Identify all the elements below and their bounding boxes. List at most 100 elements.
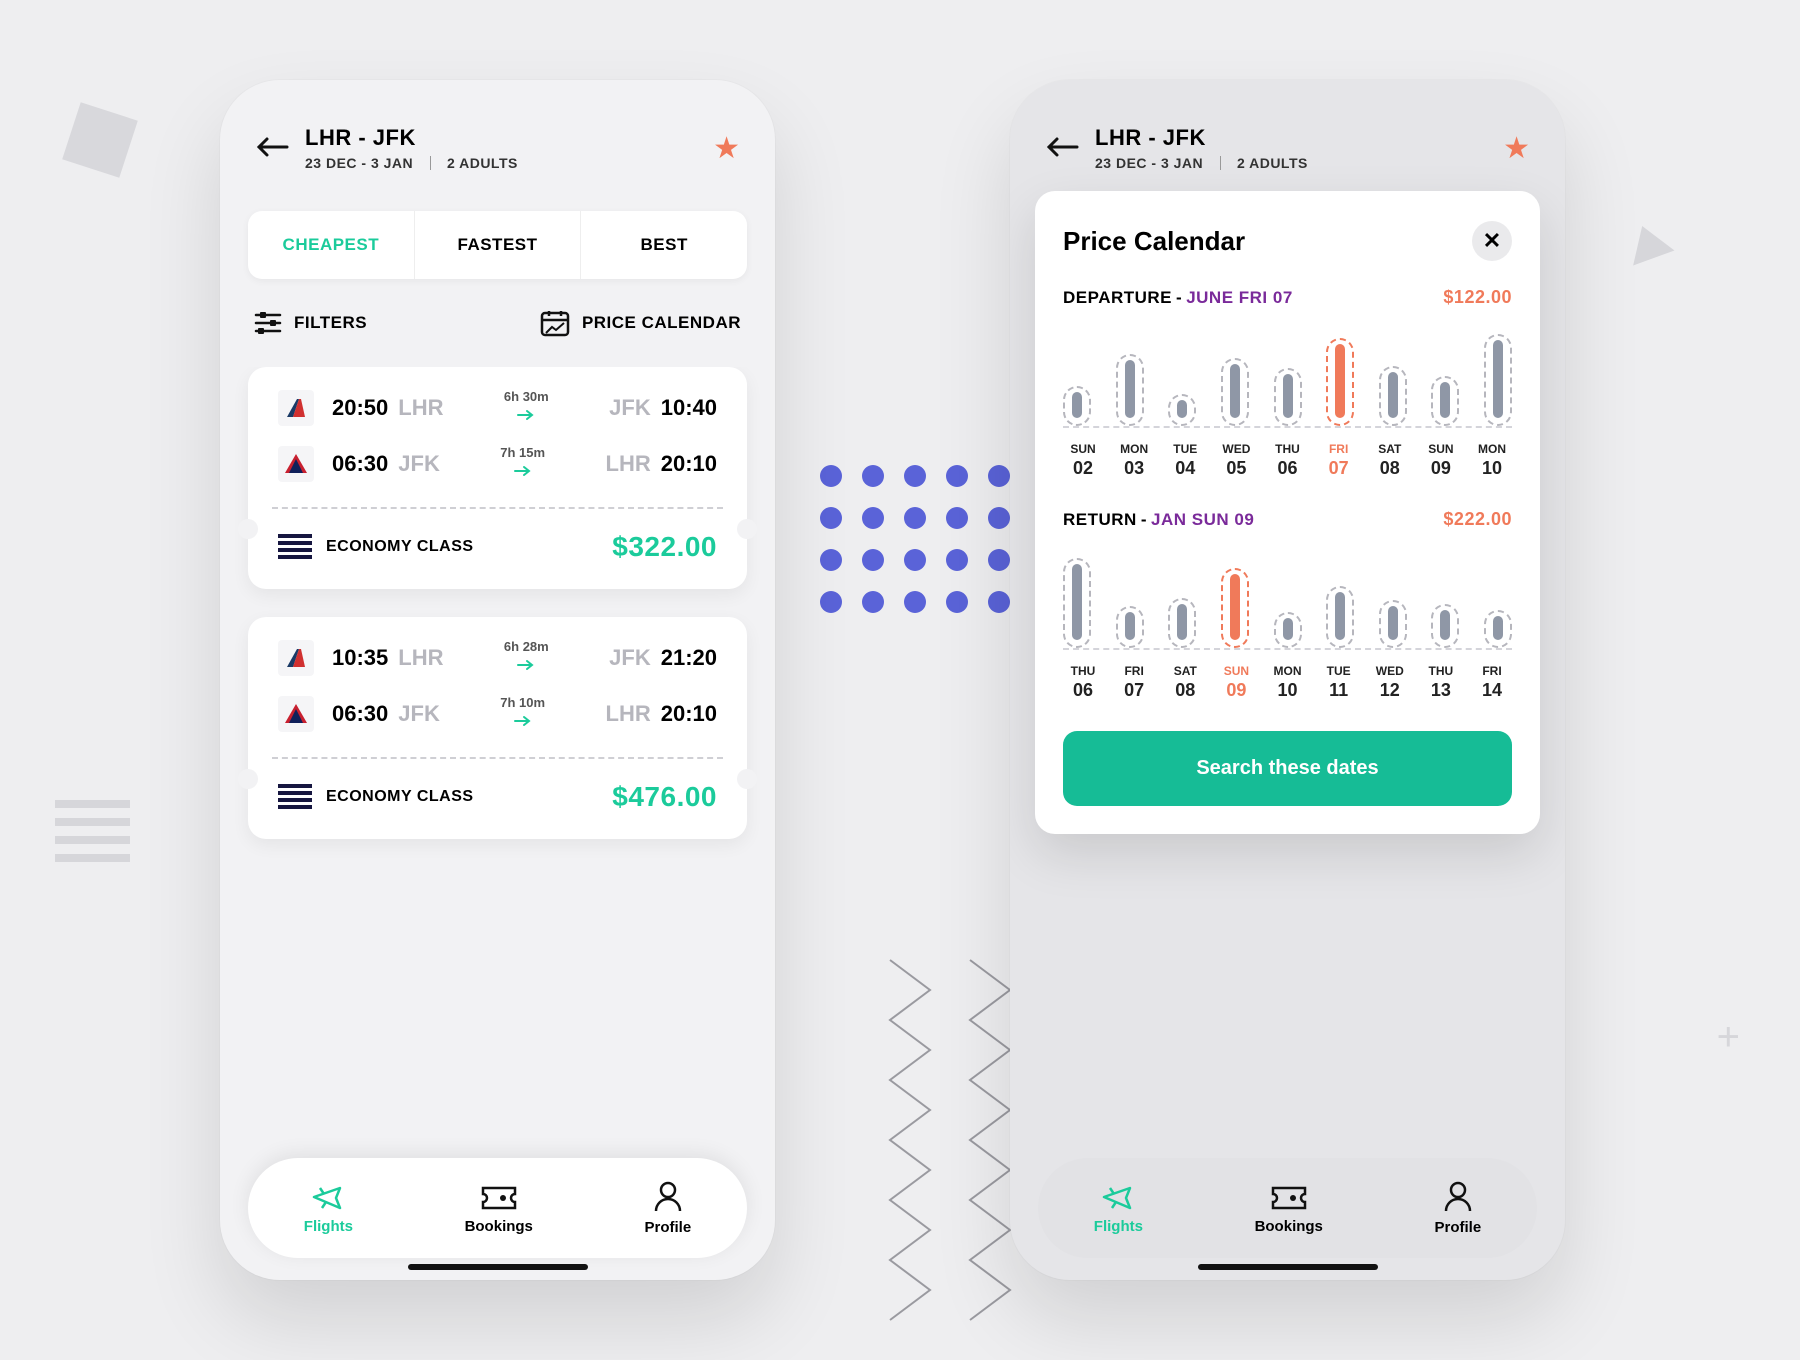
nav-bookings[interactable]: Bookings [465,1182,533,1235]
price-bar[interactable] [1379,600,1407,648]
calendar-icon [540,309,570,337]
search-dates-button[interactable]: Search these dates [1063,731,1512,806]
day-number: 12 [1370,680,1410,701]
calendar-day[interactable]: MON10 [1268,664,1308,701]
price-bar[interactable] [1431,376,1459,426]
calendar-day[interactable]: TUE04 [1165,442,1205,479]
dep-time: 06:30 [332,701,388,727]
calendar-day[interactable]: SUN02 [1063,442,1103,479]
phone-results: LHR - JFK 23 DEC - 3 JAN 2 ADULTS ★ CHEA… [220,80,775,1280]
price-bar[interactable] [1484,610,1512,648]
day-number: 03 [1114,458,1154,479]
filters-button[interactable]: FILTERS [254,309,367,337]
day-number: 13 [1421,680,1461,701]
price-bar[interactable] [1116,606,1144,648]
nav-bookings-label: Bookings [1255,1218,1323,1235]
calendar-day[interactable]: THU06 [1268,442,1308,479]
filters-label: FILTERS [294,313,367,333]
price-bar[interactable] [1063,386,1091,426]
price-calendar-label: PRICE CALENDAR [582,313,741,333]
dow-label: THU [1429,664,1454,678]
arr-code: LHR [606,451,651,477]
day-number: 08 [1165,680,1205,701]
calendar-day[interactable]: WED12 [1370,664,1410,701]
dep-time: 10:35 [332,645,388,671]
calendar-day[interactable]: THU 13 [1421,664,1461,701]
dow-label: TUE [1173,442,1197,456]
dep-code: LHR [398,645,443,671]
price-bar[interactable] [1326,338,1354,426]
close-icon: ✕ [1483,228,1501,254]
departure-date: JUNE FRI 07 [1186,288,1293,308]
dow-label: THU [1071,664,1096,678]
dow-label: MON [1478,442,1506,456]
close-button[interactable]: ✕ [1472,221,1512,261]
dep-code: JFK [398,701,440,727]
price-bar[interactable] [1221,358,1249,426]
phone-price-calendar: LHR - JFK 23 DEC - 3 JAN 2 ADULTS ★ Pric… [1010,80,1565,1280]
nav-flights[interactable]: Flights [1094,1182,1143,1235]
flight-leg: 20:50 LHR 6h 30m JFK 10:40 [248,367,747,435]
price-bar[interactable] [1379,366,1407,426]
price-bar[interactable] [1168,394,1196,426]
back-button[interactable] [1045,132,1085,164]
home-indicator[interactable] [408,1264,588,1270]
arr-code: LHR [606,701,651,727]
calendar-day[interactable]: WED 05 [1216,442,1256,479]
calendar-day[interactable]: SAT08 [1165,664,1205,701]
price-bar[interactable] [1116,354,1144,426]
favorite-button[interactable]: ★ [1503,131,1530,166]
class-label: ECONOMY CLASS [326,538,474,556]
tab-best[interactable]: BEST [581,211,747,279]
tab-fastest[interactable]: FASTEST [415,211,582,279]
nav-profile[interactable]: Profile [1435,1181,1482,1236]
sliders-icon [254,310,282,336]
profile-icon [653,1181,683,1213]
flight-price: $322.00 [612,531,717,563]
calendar-day[interactable]: SUN09 [1216,664,1256,701]
favorite-button[interactable]: ★ [713,131,740,166]
dow-label: SUN [1428,442,1453,456]
class-label: ECONOMY CLASS [326,788,474,806]
plane-icon [444,406,610,427]
price-bar[interactable] [1063,558,1091,648]
price-bar[interactable] [1168,598,1196,648]
price-bar[interactable] [1484,334,1512,426]
price-bar[interactable] [1326,586,1354,648]
price-bar[interactable] [1221,568,1249,648]
day-number: 05 [1216,458,1256,479]
flight-card[interactable]: 10:35 LHR 6h 28m JFK 21:20 06:30 JFK 7h … [248,617,747,839]
back-button[interactable] [255,132,295,164]
calendar-day[interactable]: FRI07 [1319,442,1359,479]
dow-label: WED [1222,442,1250,456]
duration: 6h 30m [444,389,610,427]
price-bar[interactable] [1431,604,1459,648]
nav-flights[interactable]: Flights [304,1182,353,1235]
calendar-day[interactable]: MON03 [1114,442,1154,479]
dow-label: THU [1275,442,1300,456]
calendar-day[interactable]: SUN09 [1421,442,1461,479]
duration: 7h 10m [440,695,606,733]
return-date: JAN SUN 09 [1151,510,1254,530]
return-header: RETURN - JAN SUN 09 $222.00 [1063,509,1512,530]
return-chart [1063,550,1512,650]
plane-icon [1100,1182,1136,1212]
price-bar[interactable] [1274,612,1302,648]
calendar-day[interactable]: SAT08 [1370,442,1410,479]
home-indicator[interactable] [1198,1264,1378,1270]
flight-card[interactable]: 20:50 LHR 6h 30m JFK 10:40 06:30 JFK 7h … [248,367,747,589]
price-bar[interactable] [1274,368,1302,426]
calendar-day[interactable]: THU06 [1063,664,1103,701]
departure-header: DEPARTURE - JUNE FRI 07 $122.00 [1063,287,1512,308]
calendar-day[interactable]: FRI14 [1472,664,1512,701]
departure-days: SUN02MON03TUE04WED05THU06FRI07SAT08SUN09… [1063,442,1512,479]
tab-cheapest[interactable]: CHEAPEST [248,211,415,279]
dep-time: 20:50 [332,395,388,421]
nav-bookings[interactable]: Bookings [1255,1182,1323,1235]
return-label: RETURN [1063,510,1137,530]
nav-profile[interactable]: Profile [645,1181,692,1236]
calendar-day[interactable]: MON10 [1472,442,1512,479]
calendar-day[interactable]: TUE11 [1319,664,1359,701]
price-calendar-button[interactable]: PRICE CALENDAR [540,309,741,337]
calendar-day[interactable]: FRI07 [1114,664,1154,701]
